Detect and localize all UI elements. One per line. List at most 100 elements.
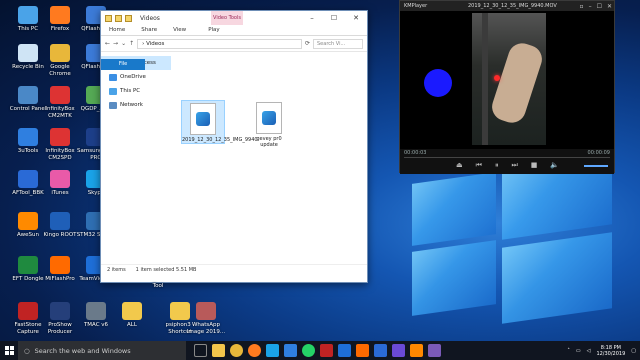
wallpaper-windows-logo xyxy=(372,154,640,340)
chevron-up-icon[interactable]: ˄ xyxy=(567,348,570,354)
app-icon xyxy=(50,44,70,62)
whatsapp-icon[interactable] xyxy=(302,344,315,357)
properties-icon[interactable] xyxy=(115,14,122,22)
kmplayer-window[interactable]: KMPlayer 2019_12_30_12_35_IMG_9940.MOV ▫… xyxy=(399,0,615,174)
desktop-icon-label: InfinityBox CM2MTK xyxy=(45,106,75,119)
taskbar: ○ Search the web and Windows ˄ ▭ ◁ 8:18 … xyxy=(0,341,640,360)
volume-icon[interactable]: 🔈 xyxy=(550,161,559,170)
task-view-icon[interactable] xyxy=(194,344,207,357)
media-icon[interactable] xyxy=(428,344,441,357)
desktop-icon[interactable]: WhatsApp Image 2019... xyxy=(186,302,226,335)
desktop-icon-label: MiFlashPro xyxy=(45,276,75,282)
nav-item-onedrive[interactable]: OneDrive xyxy=(101,70,171,84)
file-name: gevey pr0 update xyxy=(256,136,282,148)
file-item-update[interactable]: gevey pr0 update xyxy=(247,100,291,148)
app-icon xyxy=(18,86,38,104)
folder-icon xyxy=(105,14,112,22)
nav-label: This PC xyxy=(120,88,141,94)
3utools-icon[interactable] xyxy=(284,344,297,357)
file-explorer-window[interactable]: Videos Video Tools – ☐ ✕ File Home Share… xyxy=(100,10,368,283)
teamviewer-icon[interactable] xyxy=(338,344,351,357)
item-count: 2 items xyxy=(107,267,126,273)
desktop-icon[interactable]: MiFlashPro xyxy=(40,256,80,283)
video-frame[interactable] xyxy=(472,13,546,145)
desktop-icon[interactable]: Kingo ROOT xyxy=(40,212,80,239)
notifications-icon[interactable]: ▢ xyxy=(631,348,636,354)
vlc-icon[interactable] xyxy=(410,344,423,357)
app-icon xyxy=(18,170,38,188)
chrome-icon[interactable] xyxy=(230,344,243,357)
file-item-video[interactable]: 2019_12_30_12_35_IMG_9940 xyxy=(181,100,258,144)
close-icon[interactable]: ✕ xyxy=(607,3,612,10)
desktop-icon[interactable]: iTunes xyxy=(40,170,80,197)
video-tools-tab[interactable]: Video Tools xyxy=(211,11,243,25)
app-icon xyxy=(50,302,70,320)
up-arrow-icon[interactable]: ↑ xyxy=(129,40,134,47)
refresh-icon[interactable]: ⟳ xyxy=(305,40,310,47)
forward-arrow-icon[interactable]: → xyxy=(113,40,118,47)
pin-icon[interactable]: ▫ xyxy=(580,3,584,10)
player-controls: 00:00:03 00:00:09 ⏏ ⏮ ⏸ ⏭ ■ 🔈 xyxy=(400,149,614,174)
kmplayer-app-name: KMPlayer xyxy=(404,3,428,9)
chevron-down-icon[interactable]: ⌄ xyxy=(121,40,126,47)
volume-icon[interactable]: ◁ xyxy=(587,348,591,354)
address-bar[interactable]: › Videos xyxy=(137,38,302,49)
new-folder-icon[interactable] xyxy=(125,14,132,22)
pause-icon[interactable]: ⏸ xyxy=(495,161,499,170)
volume-slider[interactable] xyxy=(584,165,608,167)
next-icon[interactable]: ⏭ xyxy=(511,161,517,170)
faststone-icon[interactable] xyxy=(320,344,333,357)
kmplayer-title-bar[interactable]: KMPlayer 2019_12_30_12_35_IMG_9940.MOV ▫… xyxy=(400,1,614,11)
network-icon xyxy=(109,101,117,109)
kmplayer-icon[interactable] xyxy=(392,344,405,357)
desktop-icon[interactable]: ProShow Producer xyxy=(40,302,80,335)
tab-play[interactable]: Play xyxy=(200,25,227,36)
app-icon xyxy=(50,6,70,24)
previous-icon[interactable]: ⏮ xyxy=(476,161,482,170)
nav-item-this-pc[interactable]: This PC xyxy=(101,84,171,98)
network-icon[interactable]: ▭ xyxy=(576,348,581,354)
tab-view[interactable]: View xyxy=(165,25,194,36)
desktop-icon[interactable]: Google Chrome xyxy=(40,44,80,77)
maximize-icon[interactable]: ☐ xyxy=(323,11,345,25)
desktop-icon[interactable]: InfinityBox CM2SPD xyxy=(40,128,80,161)
app-icon xyxy=(50,170,70,188)
video-file-icon xyxy=(190,103,216,135)
taskbar-search[interactable]: ○ Search the web and Windows xyxy=(18,341,186,360)
time-total: 00:00:09 xyxy=(587,150,610,156)
file-explorer-icon[interactable] xyxy=(212,344,225,357)
seek-bar[interactable] xyxy=(404,157,610,158)
minimize-icon[interactable]: – xyxy=(301,11,323,25)
firefox-icon[interactable] xyxy=(248,344,261,357)
miflash-icon[interactable] xyxy=(356,344,369,357)
kingo-icon[interactable] xyxy=(374,344,387,357)
desktop-icon[interactable]: TMAC v6 xyxy=(76,302,116,329)
desktop-label-tool: Tool xyxy=(152,283,164,289)
app-icon xyxy=(196,302,216,320)
app-icon xyxy=(18,212,38,230)
desktop-icon[interactable]: InfinityBox CM2MTK xyxy=(40,86,80,119)
app-icon xyxy=(18,302,38,320)
skype-icon[interactable] xyxy=(266,344,279,357)
tab-file[interactable]: File xyxy=(101,59,145,70)
start-button[interactable] xyxy=(0,341,18,360)
tab-share[interactable]: Share xyxy=(133,25,165,36)
desktop-icon[interactable]: ALL xyxy=(112,302,152,329)
file-list[interactable]: 2019_12_30_12_35_IMG_9940 gevey pr0 upda… xyxy=(171,52,367,264)
stop-icon[interactable]: ■ xyxy=(531,161,538,170)
nav-item-network[interactable]: Network xyxy=(101,98,171,112)
search-input[interactable]: Search Vi... xyxy=(313,38,363,49)
back-arrow-icon[interactable]: ← xyxy=(105,40,110,47)
close-icon[interactable]: ✕ xyxy=(345,11,367,25)
clock[interactable]: 8:18 PM 12/30/2019 xyxy=(596,345,625,357)
minimize-icon[interactable]: – xyxy=(589,3,592,10)
explorer-title: Videos xyxy=(140,14,160,22)
tab-home[interactable]: Home xyxy=(101,25,133,36)
desktop-icon[interactable]: Firefox xyxy=(40,6,80,33)
maximize-icon[interactable]: ☐ xyxy=(597,3,602,10)
eject-icon[interactable]: ⏏ xyxy=(456,161,463,170)
explorer-title-bar[interactable]: Videos Video Tools – ☐ ✕ xyxy=(101,11,367,25)
video-file-icon xyxy=(256,102,282,134)
desktop-icon-label: InfinityBox CM2SPD xyxy=(45,148,75,161)
kmplayer-file-name: 2019_12_30_12_35_IMG_9940.MOV xyxy=(468,3,557,9)
